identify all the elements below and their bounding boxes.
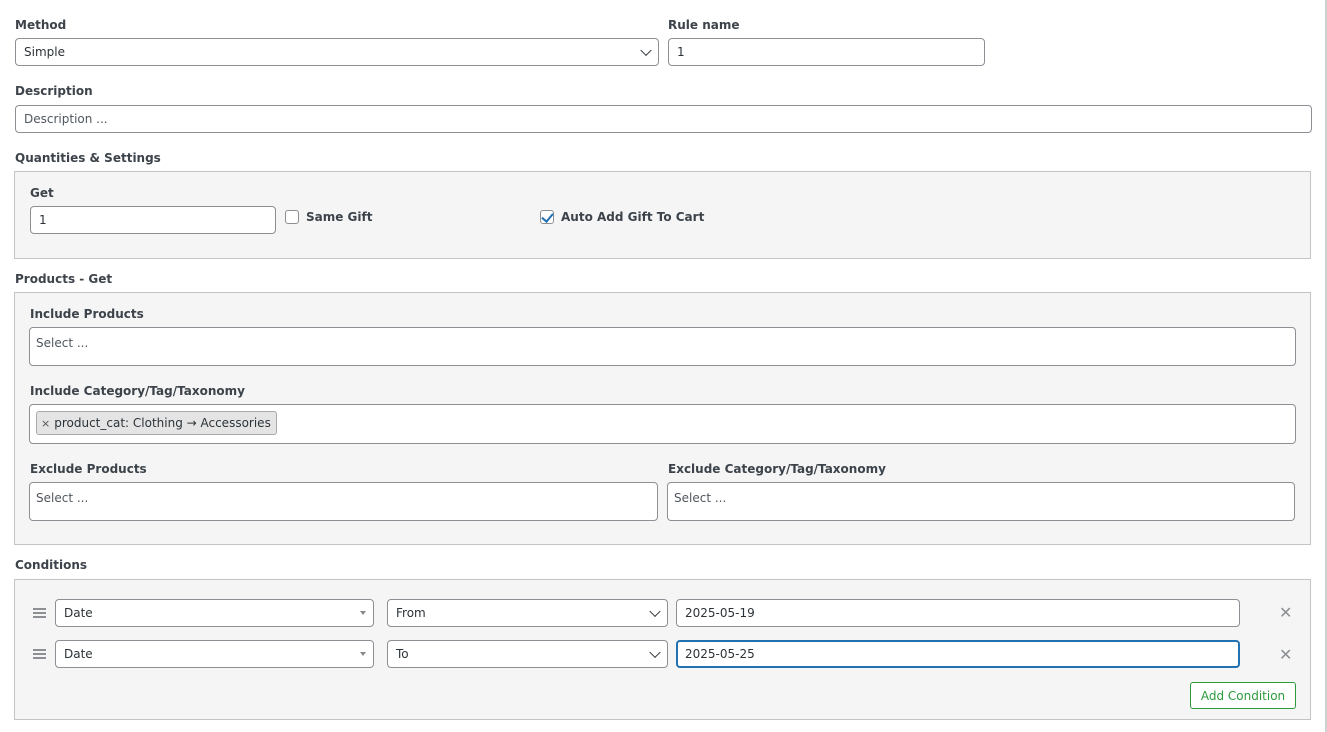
description-placeholder: Description ...	[24, 112, 108, 126]
exclude-category-select[interactable]: Select ...	[667, 482, 1295, 521]
description-input[interactable]: Description ...	[15, 105, 1312, 133]
same-gift-label[interactable]: Same Gift	[306, 210, 372, 224]
conditions-section-title: Conditions	[15, 558, 88, 572]
auto-add-gift-label[interactable]: Auto Add Gift To Cart	[561, 210, 704, 224]
condition-operator-value: From	[396, 606, 426, 620]
rule-name-value: 1	[677, 45, 685, 59]
include-products-placeholder: Select ...	[36, 336, 89, 350]
exclude-products-label: Exclude Products	[30, 462, 147, 476]
products-get-section-title: Products - Get	[15, 272, 113, 286]
exclude-category-placeholder: Select ...	[674, 491, 727, 505]
add-condition-button[interactable]: Add Condition	[1190, 682, 1296, 709]
chevron-down-icon	[649, 605, 661, 618]
condition-type-select[interactable]: Date	[55, 599, 374, 627]
dropdown-arrow-icon	[360, 611, 366, 615]
dropdown-arrow-icon	[360, 652, 366, 656]
description-label: Description	[15, 84, 93, 98]
condition-value: 2025-05-25	[685, 647, 755, 661]
rule-name-label: Rule name	[668, 18, 740, 32]
condition-type-value: Date	[64, 606, 93, 620]
auto-add-gift-checkbox[interactable]	[540, 210, 554, 224]
method-value: Simple	[24, 45, 65, 59]
condition-operator-select[interactable]: From	[387, 599, 668, 627]
condition-operator-value: To	[396, 647, 409, 661]
chevron-down-icon	[649, 646, 661, 659]
drag-handle-icon[interactable]	[33, 649, 46, 659]
token-remove-icon[interactable]: ×	[41, 417, 50, 430]
exclude-products-placeholder: Select ...	[36, 491, 89, 505]
exclude-category-label: Exclude Category/Tag/Taxonomy	[668, 462, 886, 476]
exclude-products-select[interactable]: Select ...	[29, 482, 658, 521]
include-category-select[interactable]: × product_cat: Clothing → Accessories	[29, 404, 1296, 444]
close-icon[interactable]: ✕	[1279, 605, 1292, 621]
rule-name-input[interactable]: 1	[668, 38, 985, 66]
quantities-section-title: Quantities & Settings	[15, 151, 161, 165]
get-quantity-value: 1	[39, 213, 47, 227]
condition-value-input[interactable]: 2025-05-19	[676, 599, 1240, 627]
include-products-label: Include Products	[30, 307, 144, 321]
method-select[interactable]: Simple	[15, 38, 659, 66]
condition-type-value: Date	[64, 647, 93, 661]
condition-value-input[interactable]: 2025-05-25	[676, 640, 1240, 668]
token-label: product_cat: Clothing → Accessories	[54, 416, 271, 430]
method-label: Method	[15, 18, 67, 32]
category-token: × product_cat: Clothing → Accessories	[36, 411, 277, 435]
chevron-down-icon	[640, 44, 652, 57]
get-label: Get	[30, 186, 54, 200]
include-products-select[interactable]: Select ...	[29, 327, 1296, 366]
close-icon[interactable]: ✕	[1279, 647, 1292, 663]
condition-type-select[interactable]: Date	[55, 640, 374, 668]
drag-handle-icon[interactable]	[33, 608, 46, 618]
get-quantity-input[interactable]: 1	[30, 206, 276, 234]
same-gift-checkbox[interactable]	[285, 210, 299, 224]
condition-operator-select[interactable]: To	[387, 640, 668, 668]
include-category-label: Include Category/Tag/Taxonomy	[30, 384, 245, 398]
condition-value: 2025-05-19	[685, 606, 755, 620]
